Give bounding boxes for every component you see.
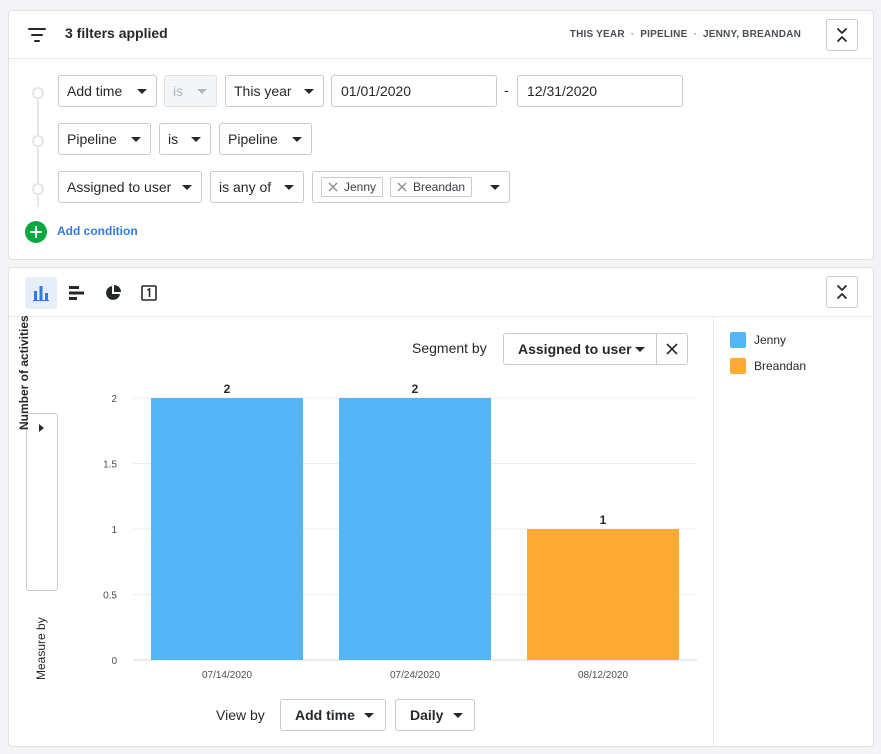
date-to-input[interactable]: 12/31/2020: [517, 75, 683, 107]
summary-period: THIS YEAR: [569, 29, 625, 40]
chip-label: Breandan: [413, 180, 466, 194]
remove-chip-icon[interactable]: [396, 181, 408, 193]
filter-operator-label: is: [173, 83, 184, 99]
bar-data-label: 1: [600, 513, 607, 527]
x-tick-label: 07/24/2020: [390, 670, 440, 681]
filters-summary: THIS YEAR · PIPELINE · JENNY, BREANDAN: [570, 29, 801, 40]
filter-operator-select[interactable]: is: [159, 123, 211, 155]
legend-swatch: [730, 332, 746, 348]
filter-value-select[interactable]: This year: [225, 75, 324, 107]
collapse-icon: [837, 28, 847, 42]
filter-icon: [28, 27, 48, 43]
date-from-input[interactable]: 01/01/2020: [331, 75, 497, 107]
filters-header: 3 filters applied THIS YEAR · PIPELINE · JEN…: [9, 11, 873, 59]
view-by-interval-value: Daily: [410, 707, 444, 723]
chevron-down-icon: [490, 185, 500, 190]
legend-swatch: [730, 358, 746, 374]
timeline-dot: [32, 87, 44, 99]
y-tick-label: 0: [111, 656, 117, 667]
filter-value-select[interactable]: Pipeline: [219, 123, 312, 155]
add-condition-label: Add condition: [57, 224, 138, 238]
chevron-down-icon: [304, 89, 314, 94]
summary-separator: ·: [693, 29, 697, 40]
summary-pipeline: PIPELINE: [640, 29, 688, 40]
user-multiselect[interactable]: Jenny Breandan: [312, 171, 510, 203]
filter-operator-select: is: [164, 75, 217, 107]
chevron-down-icon: [137, 89, 147, 94]
legend-label: Jenny: [754, 333, 787, 347]
timeline-dot: [32, 135, 44, 147]
chevron-down-icon: [182, 185, 192, 190]
filter-operator-label: is: [168, 131, 179, 147]
y-tick-label: 1.5: [103, 460, 117, 471]
chart-panel: Segment by Assigned to user Number of ac…: [8, 267, 874, 747]
plus-icon: [25, 221, 47, 243]
filter-field-select[interactable]: Add time: [58, 75, 157, 107]
legend-label: Breandan: [754, 359, 807, 373]
y-tick-label: 1: [111, 525, 117, 536]
collapse-filters-button[interactable]: [826, 19, 858, 51]
bar-data-label: 2: [224, 382, 231, 396]
chevron-down-icon: [197, 89, 207, 94]
chip-label: Jenny: [344, 180, 377, 194]
view-by-label: View by: [216, 707, 265, 723]
chevron-down-icon: [292, 137, 302, 142]
view-by-interval-select[interactable]: Daily: [395, 699, 475, 731]
collapse-icon: [837, 285, 847, 299]
chart-legend: Jenny Breandan: [713, 317, 874, 747]
chevron-down-icon: [453, 713, 463, 718]
filter-field-label: Add time: [67, 83, 123, 99]
summary-separator: ·: [630, 29, 635, 40]
filters-title: 3 filters applied: [65, 25, 168, 41]
bar-breandan: [527, 529, 679, 660]
chevron-down-icon: [364, 713, 374, 718]
summary-users: JENNY, BREANDAN: [702, 29, 801, 40]
user-chip-jenny: Jenny: [321, 177, 384, 197]
chevron-down-icon: [284, 185, 294, 190]
user-chip-breandan: Breandan: [390, 177, 473, 197]
filter-operator-label: is any of: [219, 179, 272, 195]
filters-panel: 3 filters applied THIS YEAR · PIPELINE · JEN…: [8, 10, 874, 260]
collapse-chart-button[interactable]: [826, 276, 858, 308]
x-tick-label: 08/12/2020: [578, 670, 628, 681]
view-by-field-value: Add time: [295, 707, 355, 723]
bar-jenny: [151, 398, 303, 660]
bar-jenny: [339, 398, 491, 660]
chevron-down-icon: [131, 137, 141, 142]
bar-chart: 0 0.5 1 1.5 2 2 07/14/2020 2 07/24/2020 1 08/12/20…: [103, 382, 697, 681]
filter-field-select[interactable]: Assigned to user: [58, 171, 202, 203]
y-tick-label: 0.5: [103, 591, 117, 602]
filter-field-label: Pipeline: [67, 131, 117, 147]
filter-value-label: Pipeline: [228, 131, 278, 147]
bar-data-label: 2: [412, 382, 419, 396]
x-tick-label: 07/14/2020: [202, 670, 252, 681]
date-range-separator: -: [504, 82, 509, 98]
chevron-down-icon: [191, 137, 201, 142]
timeline-dot: [32, 183, 44, 195]
remove-chip-icon[interactable]: [327, 181, 339, 193]
filter-operator-select[interactable]: is any of: [210, 171, 304, 203]
filter-field-select[interactable]: Pipeline: [58, 123, 151, 155]
y-tick-label: 2: [111, 394, 117, 405]
view-by-field-select[interactable]: Add time: [280, 699, 386, 731]
filter-value-label: This year: [234, 83, 292, 99]
filter-field-label: Assigned to user: [67, 179, 172, 195]
